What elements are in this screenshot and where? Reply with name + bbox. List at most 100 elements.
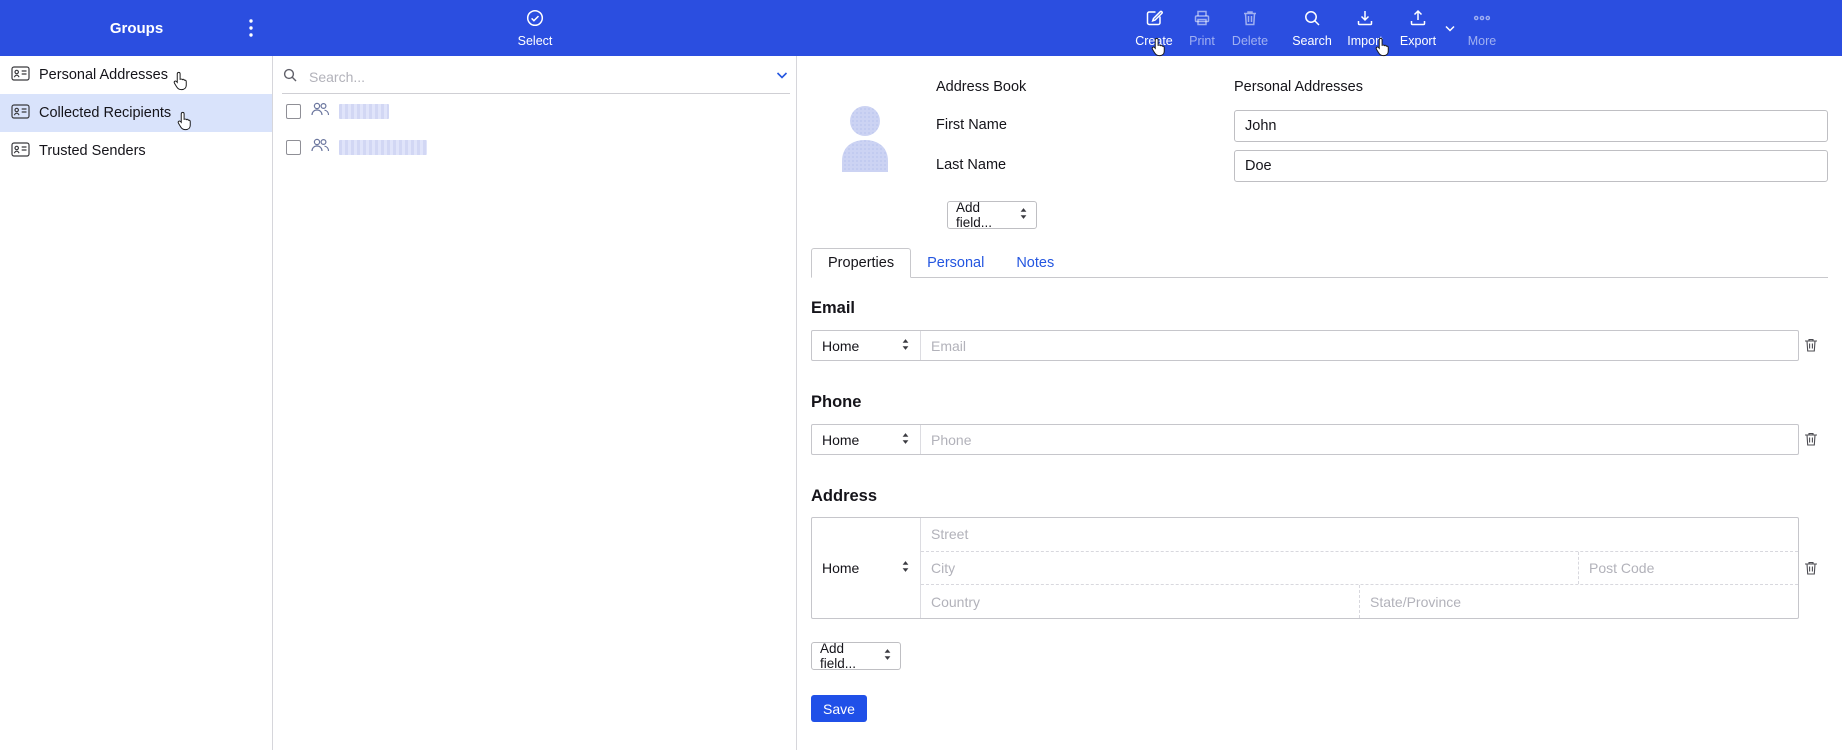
ellipsis-icon [1472,8,1492,31]
tab-personal[interactable]: Personal [911,248,1000,277]
add-field-label: Add field... [956,200,993,230]
more-button[interactable]: More [1460,8,1504,48]
circle-check-icon [525,8,545,31]
phone-field-row: Home [811,424,1799,455]
select-button[interactable]: Select [500,0,570,56]
address-book-label: Address Book [936,79,1027,95]
contact-list-pane [273,56,797,750]
contact-list [273,93,796,165]
contact-edit-panel: Address Book Personal Addresses First Na… [797,56,1842,750]
export-button[interactable]: Export [1396,8,1440,48]
search-icon [1302,8,1322,31]
delete-address-row-icon[interactable] [1802,559,1820,577]
create-button-label: Create [1135,34,1173,48]
export-icon [1408,8,1428,31]
export-button-label: Export [1399,34,1437,48]
tab-label: Personal [927,254,985,271]
print-button-label: Print [1189,34,1215,48]
checkbox[interactable] [286,139,301,155]
sidebar-item-personal-addresses[interactable]: Personal Addresses [0,56,272,94]
address-type-select[interactable]: Home [812,518,921,618]
sidebar-item-label: Trusted Senders [39,143,146,159]
country-input[interactable] [921,585,1359,619]
last-name-field[interactable] [1234,150,1828,182]
add-field-dropdown[interactable]: Add field... [947,200,1037,230]
contact-row[interactable] [273,93,796,129]
sidebar-item-trusted-senders[interactable]: Trusted Senders [0,132,272,170]
select-button-label: Select [517,34,553,48]
delete-phone-row-icon[interactable] [1802,430,1820,448]
address-book-icon [11,103,30,123]
more-button-label: More [1467,34,1497,48]
sidebar: Personal Addresses Collected Recipients … [0,56,273,750]
kebab-menu-icon[interactable] [248,0,254,56]
email-input[interactable] [921,331,1798,360]
address-book-value[interactable]: Personal Addresses [1234,79,1363,95]
first-name-label: First Name [936,117,1007,133]
tab-label: Properties [828,255,895,271]
import-button-label: Import [1347,34,1383,48]
address-book-icon [11,65,30,85]
export-chevron-icon[interactable] [1442,21,1458,35]
updown-arrows-icon [901,560,910,576]
compose-icon [1144,8,1164,31]
chevron-down-icon[interactable] [774,67,790,88]
import-button[interactable]: Import [1343,8,1387,48]
detail-tabs: Properties Personal Notes [811,248,1828,278]
delete-button-label: Delete [1231,34,1269,48]
save-button[interactable]: Save [811,695,867,722]
add-field-label: Add field... [820,641,857,671]
city-input[interactable] [921,551,1578,585]
tab-notes[interactable]: Notes [1000,248,1070,277]
avatar [836,100,894,172]
phone-type-select[interactable]: Home [812,425,921,454]
add-field-dropdown[interactable]: Add field... [811,641,901,671]
search-button[interactable]: Search [1290,8,1334,48]
first-name-field[interactable] [1234,110,1828,142]
delete-email-row-icon[interactable] [1802,336,1820,354]
main-toolbar: Groups Select Create Print Delete Search… [0,0,1842,56]
redacted-contact-name [339,103,389,119]
redacted-contact-name [339,139,427,155]
import-icon [1355,8,1375,31]
toolbar-actions: Create Print Delete Search Import Export… [1132,0,1504,56]
contacts-icon [310,102,330,121]
contact-row[interactable] [273,129,796,165]
phone-type-value: Home [822,431,860,448]
sidebar-item-collected-recipients[interactable]: Collected Recipients [0,94,272,132]
delete-button[interactable]: Delete [1228,8,1272,48]
print-button[interactable]: Print [1180,8,1224,48]
street-input[interactable] [921,518,1798,551]
create-button[interactable]: Create [1132,8,1176,48]
post-code-input[interactable] [1579,551,1798,585]
contacts-icon [310,138,330,157]
address-section-heading: Address [811,487,878,505]
last-name-label: Last Name [936,157,1007,173]
updown-arrows-icon [901,432,910,448]
address-book-icon [11,141,30,161]
address-type-value: Home [822,560,860,576]
updown-arrows-icon [901,338,910,354]
tab-properties[interactable]: Properties [811,248,912,278]
email-type-select[interactable]: Home [812,331,921,360]
phone-section-heading: Phone [811,393,862,411]
tab-label: Notes [1016,254,1055,271]
search-input[interactable] [307,68,765,86]
updown-arrows-icon [1019,207,1028,223]
state-province-input[interactable] [1360,585,1798,619]
updown-arrows-icon [883,648,892,664]
checkbox[interactable] [286,103,301,119]
email-field-row: Home [811,330,1799,361]
address-book-window: Groups Select Create Print Delete Search… [0,0,1842,750]
search-button-label: Search [1292,34,1332,48]
search-icon [282,67,298,88]
sidebar-item-label: Collected Recipients [39,105,172,121]
email-section-heading: Email [811,299,856,317]
trash-icon [1240,8,1260,31]
print-icon [1192,8,1212,31]
address-field-group: Home [811,517,1799,619]
email-type-value: Home [822,337,860,354]
phone-input[interactable] [921,425,1798,454]
sidebar-item-label: Personal Addresses [39,67,168,83]
groups-header: Groups [109,19,164,37]
